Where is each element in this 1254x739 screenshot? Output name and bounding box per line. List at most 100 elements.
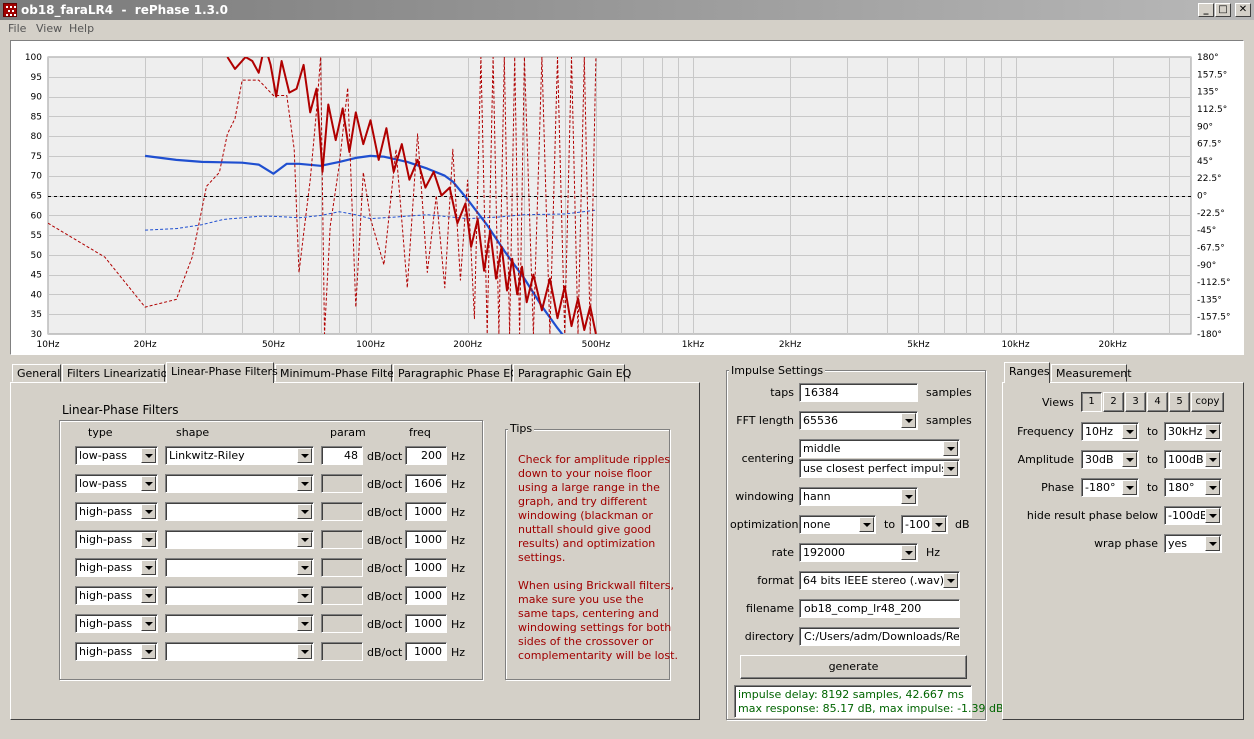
generate-button[interactable]: generate <box>740 655 967 679</box>
filter-freq-input[interactable]: 1606 <box>405 474 447 493</box>
rate-select[interactable]: 192000 <box>799 543 918 562</box>
phase-to-select[interactable]: 180° <box>1164 478 1222 497</box>
filter-shape-select[interactable] <box>165 586 314 605</box>
filter-type-select[interactable]: high-pass <box>75 530 158 549</box>
chevron-down-icon[interactable] <box>1205 480 1220 495</box>
hide-phase-select[interactable]: -100dB <box>1164 506 1222 525</box>
menu-file[interactable]: File <box>8 22 26 35</box>
tab-linear-phase-filters[interactable]: Linear-Phase Filters <box>166 362 278 383</box>
chevron-down-icon[interactable] <box>1122 424 1137 439</box>
view-4-button[interactable]: 4 <box>1147 392 1168 412</box>
chevron-down-icon[interactable] <box>141 476 156 491</box>
chevron-down-icon[interactable] <box>141 532 156 547</box>
chevron-down-icon[interactable] <box>297 644 312 659</box>
chevron-down-icon[interactable] <box>141 644 156 659</box>
chevron-down-icon[interactable] <box>943 461 958 476</box>
windowing-select[interactable]: hann <box>799 487 918 506</box>
chevron-down-icon[interactable] <box>297 448 312 463</box>
chevron-down-icon[interactable] <box>901 545 916 560</box>
centering-select[interactable]: middle <box>799 439 960 458</box>
tab-general[interactable]: General <box>12 364 61 382</box>
centering-mode-select[interactable]: use closest perfect impulse <box>799 459 960 478</box>
tab-measurement[interactable]: Measurement <box>1051 364 1132 382</box>
filter-type-select[interactable]: high-pass <box>75 558 158 577</box>
chevron-down-icon[interactable] <box>943 573 958 588</box>
tab-paragraphic-phase-eq[interactable]: Paragraphic Phase EQ <box>393 364 519 382</box>
chevron-down-icon[interactable] <box>1122 452 1137 467</box>
filter-type-select[interactable]: low-pass <box>75 446 158 465</box>
chevron-down-icon[interactable] <box>141 448 156 463</box>
filter-type-select[interactable]: high-pass <box>75 642 158 661</box>
chevron-down-icon[interactable] <box>859 517 874 532</box>
view-2-button[interactable]: 2 <box>1103 392 1124 412</box>
filter-type-select[interactable]: high-pass <box>75 614 158 633</box>
view-3-button[interactable]: 3 <box>1125 392 1146 412</box>
filter-shape-select[interactable] <box>165 558 314 577</box>
maximize-button[interactable]: □ <box>1215 3 1231 17</box>
menu-help[interactable]: Help <box>69 22 94 35</box>
view-5-button[interactable]: 5 <box>1169 392 1190 412</box>
filter-freq-input[interactable]: 1000 <box>405 586 447 605</box>
chevron-down-icon[interactable] <box>297 504 312 519</box>
filter-freq-input[interactable]: 1000 <box>405 614 447 633</box>
amplitude-to-select[interactable]: 100dB <box>1164 450 1222 469</box>
taps-input[interactable]: 16384 <box>799 383 918 402</box>
chevron-down-icon[interactable] <box>1205 536 1220 551</box>
chevron-down-icon[interactable] <box>141 616 156 631</box>
minimize-button[interactable]: _ <box>1198 3 1214 17</box>
optimization-select[interactable]: none <box>799 515 876 534</box>
chevron-down-icon[interactable] <box>1205 508 1220 523</box>
chevron-down-icon[interactable] <box>931 517 946 532</box>
amplitude-from-select[interactable]: 30dB <box>1081 450 1139 469</box>
fft-length-select[interactable]: 65536 <box>799 411 918 430</box>
chevron-down-icon[interactable] <box>1205 452 1220 467</box>
filter-type-select[interactable]: high-pass <box>75 586 158 605</box>
wrap-phase-select[interactable]: yes <box>1164 534 1222 553</box>
filter-type-select[interactable]: high-pass <box>75 502 158 521</box>
filter-shape-select[interactable] <box>165 642 314 661</box>
filter-shape-select[interactable] <box>165 474 314 493</box>
filter-freq-input[interactable]: 200 <box>405 446 447 465</box>
chevron-down-icon[interactable] <box>297 532 312 547</box>
tab-paragraphic-gain-eq[interactable]: Paragraphic Gain EQ <box>513 364 631 382</box>
filename-input[interactable]: ob18_comp_lr48_200 <box>799 599 960 618</box>
view-1-button[interactable]: 1 <box>1081 392 1102 412</box>
filter-type-select[interactable]: low-pass <box>75 474 158 493</box>
chevron-down-icon[interactable] <box>297 560 312 575</box>
chevron-down-icon[interactable] <box>1205 424 1220 439</box>
response-chart[interactable]: 100 95 90 85 80 75 70 65 60 55 50 45 40 35 30 180° 157.5… <box>10 40 1244 355</box>
frequency-from-select[interactable]: 10Hz <box>1081 422 1139 441</box>
chevron-down-icon[interactable] <box>141 588 156 603</box>
header-param: param <box>330 426 366 439</box>
filter-freq-input[interactable]: 1000 <box>405 530 447 549</box>
close-button[interactable]: ✕ <box>1235 3 1251 17</box>
filter-shape-select[interactable] <box>165 502 314 521</box>
chevron-down-icon[interactable] <box>297 476 312 491</box>
phase-from-select[interactable]: -180° <box>1081 478 1139 497</box>
frequency-to-select[interactable]: 30kHz <box>1164 422 1222 441</box>
chevron-down-icon[interactable] <box>297 588 312 603</box>
filter-freq-input[interactable]: 1000 <box>405 502 447 521</box>
filter-shape-select[interactable] <box>165 530 314 549</box>
y-tick-label: 75 <box>31 152 42 162</box>
filter-shape-select[interactable] <box>165 614 314 633</box>
directory-input[interactable]: C:/Users/adm/Downloads/Repha <box>799 627 960 646</box>
filter-freq-input[interactable]: 1000 <box>405 642 447 661</box>
chevron-down-icon[interactable] <box>141 504 156 519</box>
tab-ranges[interactable]: Ranges <box>1004 362 1050 383</box>
chevron-down-icon[interactable] <box>943 441 958 456</box>
filter-freq-input[interactable]: 1000 <box>405 558 447 577</box>
menu-view[interactable]: View <box>36 22 62 35</box>
chevron-down-icon[interactable] <box>901 413 916 428</box>
tab-filters-linearization[interactable]: Filters Linearization <box>62 364 174 382</box>
chevron-down-icon[interactable] <box>901 489 916 504</box>
chevron-down-icon[interactable] <box>297 616 312 631</box>
tab-minimum-phase-filters[interactable]: Minimum-Phase Filters <box>275 364 404 382</box>
chevron-down-icon[interactable] <box>1122 480 1137 495</box>
filter-shape-select[interactable]: Linkwitz-Riley <box>165 446 314 465</box>
format-select[interactable]: 64 bits IEEE stereo (.wav) <box>799 571 960 590</box>
filter-param-input[interactable]: 48 <box>321 446 363 465</box>
optimization-level-select[interactable]: -100 <box>901 515 948 534</box>
copy-view-button[interactable]: copy <box>1191 392 1224 412</box>
chevron-down-icon[interactable] <box>141 560 156 575</box>
